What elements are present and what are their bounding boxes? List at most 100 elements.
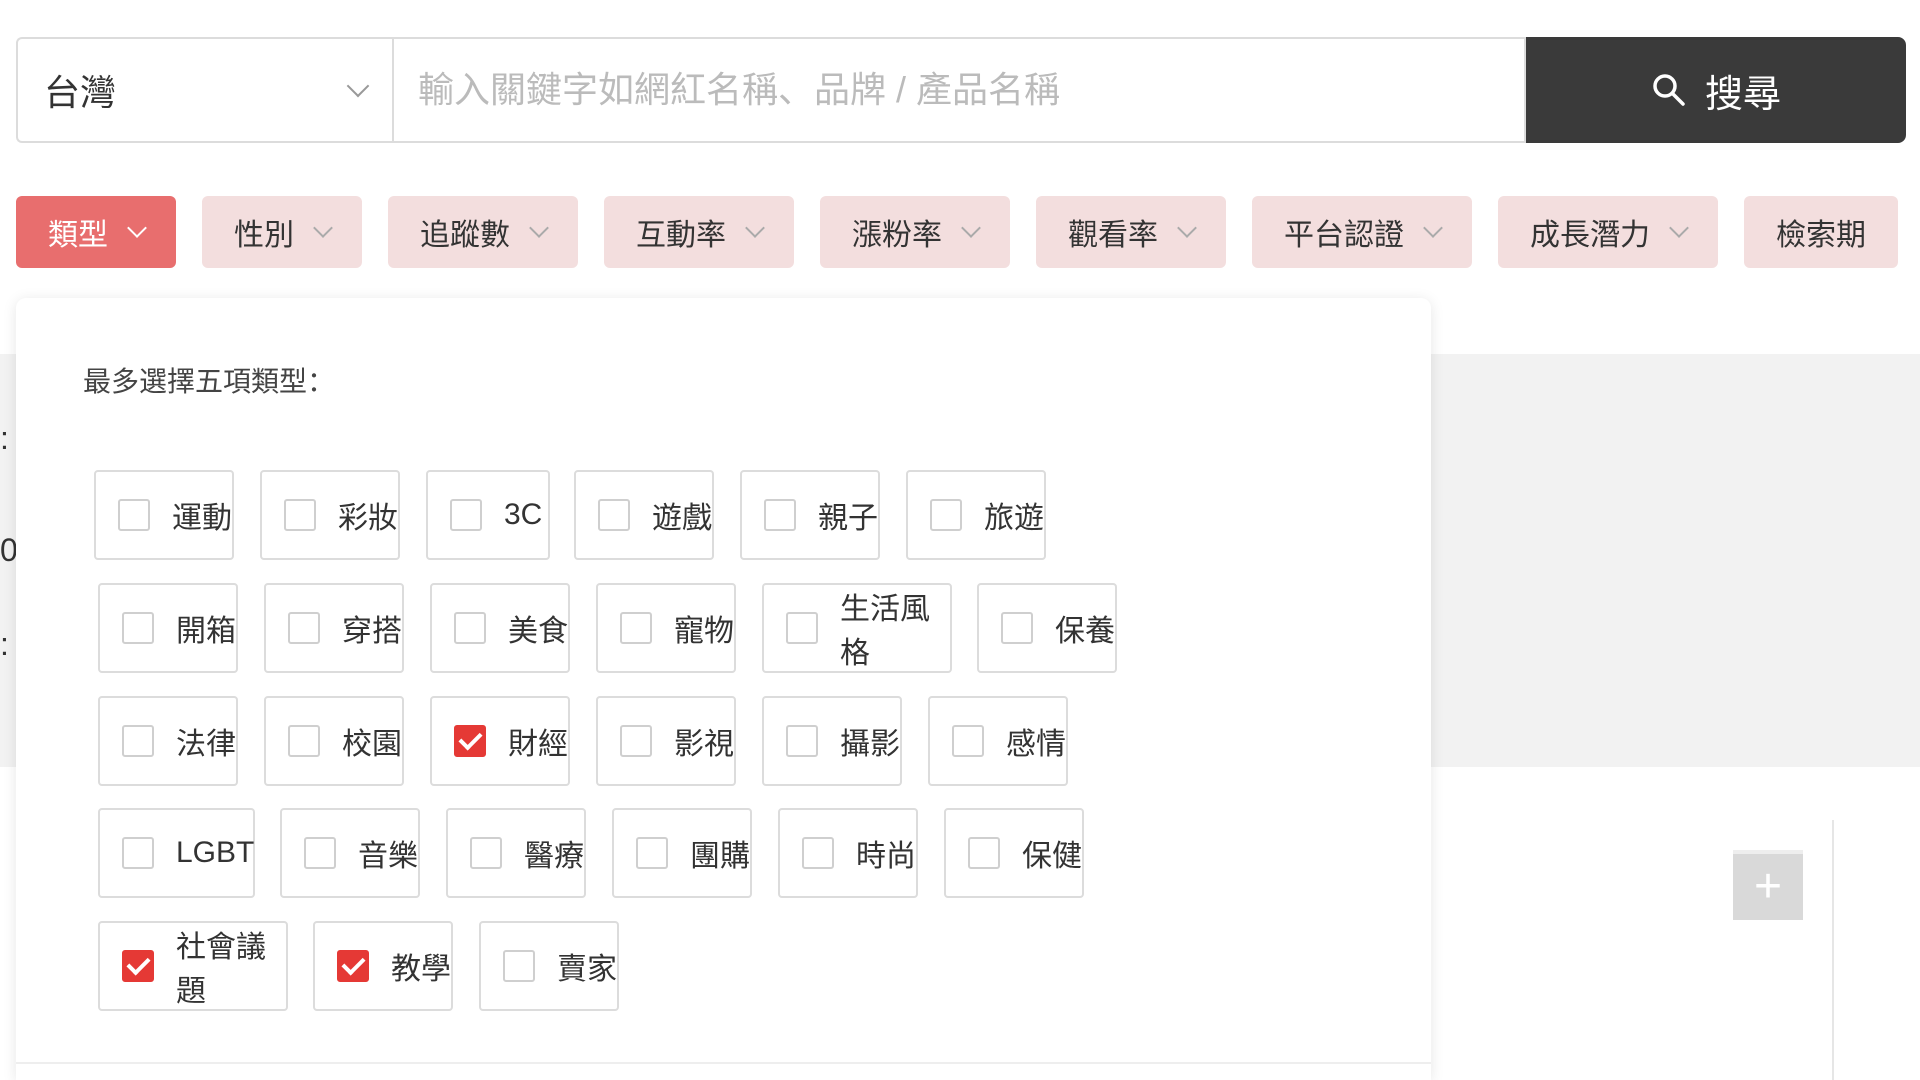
filter-growth-potential[interactable]: 成長潛力 [1498, 196, 1718, 268]
chevron-down-icon [1423, 218, 1443, 238]
chevron-down-icon [1669, 218, 1689, 238]
category-option[interactable]: 親子 [740, 470, 880, 560]
category-option-label: 運動 [172, 502, 232, 535]
category-option-label: 寵物 [674, 615, 734, 648]
filter-type[interactable]: 類型 [16, 196, 176, 268]
checkbox[interactable] [122, 725, 154, 757]
chevron-down-icon [961, 218, 981, 238]
category-option-label: 美食 [508, 615, 568, 648]
add-card-button[interactable]: + [1733, 850, 1803, 920]
category-option-label: 教學 [391, 953, 451, 986]
category-option[interactable]: 財經 [430, 696, 570, 786]
category-option[interactable]: 影視 [596, 696, 736, 786]
category-option[interactable]: 生活風格 [762, 583, 952, 673]
category-option[interactable]: 遊戲 [574, 470, 714, 560]
chevron-down-icon [127, 218, 147, 238]
search-icon [1653, 74, 1685, 106]
checkbox[interactable] [288, 612, 320, 644]
checkbox[interactable] [304, 837, 336, 869]
checkbox[interactable] [598, 499, 630, 531]
category-option[interactable]: 彩妝 [260, 470, 400, 560]
category-option-label: 遊戲 [652, 502, 712, 535]
checkbox[interactable] [968, 837, 1000, 869]
checkbox[interactable] [118, 499, 150, 531]
checkbox[interactable] [636, 837, 668, 869]
category-option[interactable]: 醫療 [446, 808, 586, 898]
category-option[interactable]: 攝影 [762, 696, 902, 786]
category-panel-title: 最多選擇五項類型： [83, 366, 336, 397]
checkbox[interactable] [122, 612, 154, 644]
category-option[interactable]: 保養 [977, 583, 1117, 673]
category-option[interactable]: 穿搭 [264, 583, 404, 673]
filter-label: 性別 [234, 219, 294, 252]
search-button[interactable]: 搜尋 [1526, 37, 1906, 143]
category-option[interactable]: 感情 [928, 696, 1068, 786]
checkbox[interactable] [620, 612, 652, 644]
filter-label: 觀看率 [1068, 219, 1158, 252]
filter-view-rate[interactable]: 觀看率 [1036, 196, 1226, 268]
category-option[interactable]: 開箱 [98, 583, 238, 673]
category-option[interactable]: 3C [426, 470, 550, 560]
category-option-label: 3C [504, 498, 543, 531]
category-option-label: 保養 [1055, 615, 1115, 648]
category-option-label: 生活風格 [840, 593, 930, 670]
checkbox[interactable] [786, 725, 818, 757]
filter-platform-verify[interactable]: 平台認證 [1252, 196, 1472, 268]
region-select[interactable]: 台灣 [16, 37, 392, 143]
filter-label: 互動率 [636, 219, 726, 252]
checkbox[interactable] [288, 725, 320, 757]
filter-search-period[interactable]: 檢索期 [1744, 196, 1898, 268]
checkbox[interactable] [1001, 612, 1033, 644]
category-option[interactable]: 賣家 [479, 921, 619, 1011]
checkbox[interactable] [470, 837, 502, 869]
category-option[interactable]: 旅遊 [906, 470, 1046, 560]
category-option-label: 保健 [1022, 840, 1082, 873]
category-dropdown-panel: 最多選擇五項類型： 運動 彩妝 3C 遊戲 親子 旅遊開箱 穿搭 美食 寵物 生活風格 保養法律 校園… [16, 298, 1431, 1080]
region-select-value: 台灣 [44, 72, 117, 113]
checkbox[interactable] [952, 725, 984, 757]
category-option[interactable]: 團購 [612, 808, 752, 898]
checkbox[interactable] [930, 499, 962, 531]
search-input[interactable] [392, 37, 1526, 143]
category-option-label: 財經 [508, 728, 568, 761]
checkbox[interactable] [450, 499, 482, 531]
chevron-down-icon [346, 74, 370, 98]
category-option-label: 旅遊 [984, 502, 1044, 535]
checkbox[interactable] [764, 499, 796, 531]
checkbox[interactable] [786, 612, 818, 644]
checkbox-checked[interactable] [122, 950, 154, 982]
category-option[interactable]: 寵物 [596, 583, 736, 673]
category-option[interactable]: 音樂 [280, 808, 420, 898]
checkbox[interactable] [284, 499, 316, 531]
category-option[interactable]: 保健 [944, 808, 1084, 898]
category-option[interactable]: 運動 [94, 470, 234, 560]
filter-growth-rate[interactable]: 漲粉率 [820, 196, 1010, 268]
category-option[interactable]: 社會議題 [98, 921, 288, 1011]
filter-label: 追蹤數 [420, 219, 510, 252]
checkbox[interactable] [122, 837, 154, 869]
category-option-label: 感情 [1006, 728, 1066, 761]
filter-gender[interactable]: 性別 [202, 196, 362, 268]
category-option[interactable]: 校園 [264, 696, 404, 786]
category-option-label: 攝影 [840, 728, 900, 761]
checkbox-checked[interactable] [454, 725, 486, 757]
category-option[interactable]: LGBT [98, 808, 255, 898]
category-option-label: 影視 [674, 728, 734, 761]
plus-icon: + [1753, 860, 1783, 913]
filter-followers[interactable]: 追蹤數 [388, 196, 578, 268]
filter-engagement[interactable]: 互動率 [604, 196, 794, 268]
checkbox[interactable] [454, 612, 486, 644]
category-option-label: LGBT [176, 836, 255, 869]
category-option[interactable]: 美食 [430, 583, 570, 673]
checkbox[interactable] [802, 837, 834, 869]
category-option[interactable]: 時尚 [778, 808, 918, 898]
category-option[interactable]: 教學 [313, 921, 453, 1011]
checkbox-checked[interactable] [337, 950, 369, 982]
category-option-label: 法律 [176, 728, 236, 761]
category-option[interactable]: 法律 [98, 696, 238, 786]
filter-label: 類型 [48, 219, 108, 252]
category-option-label: 時尚 [856, 840, 916, 873]
category-option-label: 音樂 [358, 840, 418, 873]
checkbox[interactable] [503, 950, 535, 982]
checkbox[interactable] [620, 725, 652, 757]
